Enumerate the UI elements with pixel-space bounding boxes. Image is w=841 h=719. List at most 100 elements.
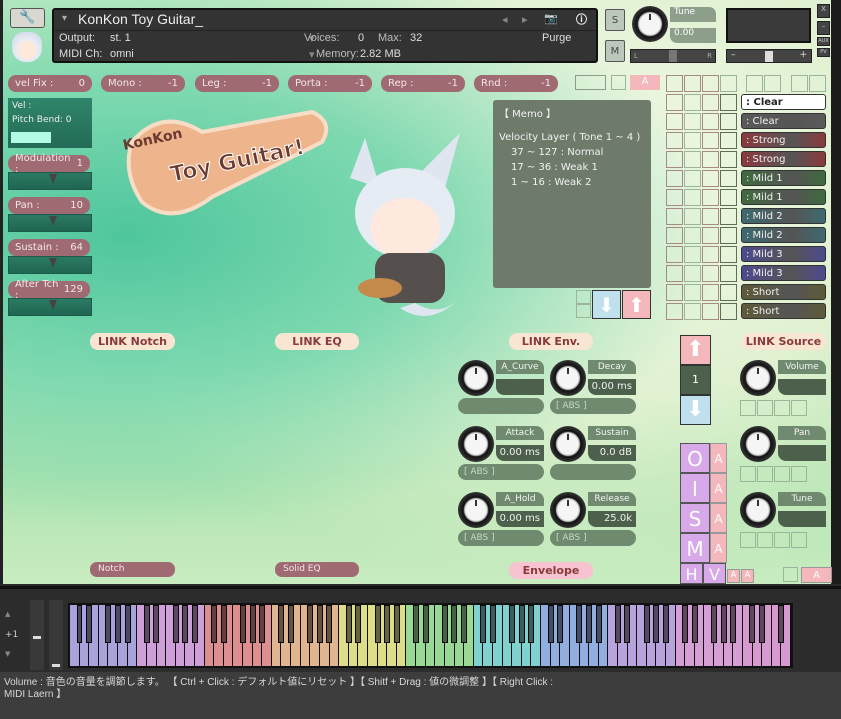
black-key[interactable] [114, 605, 121, 643]
purge-button[interactable]: Purge [542, 32, 571, 44]
grid-cell[interactable] [666, 265, 683, 282]
grid-cell[interactable] [720, 189, 737, 206]
grid-cell[interactable] [702, 265, 719, 282]
black-key[interactable] [451, 605, 458, 643]
a-small-button[interactable]: A [741, 569, 754, 583]
grid-cell[interactable] [666, 208, 683, 225]
grid-cell[interactable] [684, 151, 701, 168]
grid-cell[interactable] [684, 94, 701, 111]
grid-cell[interactable] [720, 151, 737, 168]
black-key[interactable] [278, 605, 285, 643]
grid-cell[interactable] [702, 151, 719, 168]
grid-cell[interactable] [666, 189, 683, 206]
black-key[interactable] [316, 605, 323, 643]
a-toggle[interactable]: A [710, 503, 727, 533]
grid-cell[interactable] [684, 265, 701, 282]
black-key[interactable] [480, 605, 487, 643]
piano-keyboard[interactable] [68, 603, 793, 668]
grid-cell[interactable] [702, 94, 719, 111]
env-mode[interactable]: [ ABS ] [550, 398, 636, 414]
black-key[interactable] [220, 605, 227, 643]
black-key[interactable] [393, 605, 400, 643]
volume-slider[interactable]: – + [726, 49, 812, 63]
black-key[interactable] [576, 605, 583, 643]
grid-cell[interactable] [684, 189, 701, 206]
control-slider[interactable] [8, 172, 92, 190]
black-key[interactable] [691, 605, 698, 643]
grid-cell[interactable] [684, 132, 701, 149]
grid-cell[interactable] [702, 113, 719, 130]
black-key[interactable] [124, 605, 131, 643]
env-mode[interactable]: [ ABS ] [458, 530, 544, 546]
control-slider[interactable] [8, 256, 92, 274]
grid-cell[interactable] [702, 189, 719, 206]
grid-cell[interactable] [702, 170, 719, 187]
env-knob-attack[interactable] [458, 426, 494, 462]
black-key[interactable] [239, 605, 246, 643]
source-slot[interactable] [757, 532, 773, 548]
grid-cell[interactable] [720, 170, 737, 187]
black-key[interactable] [614, 605, 621, 643]
param-1[interactable]: Mono : -1 [101, 75, 185, 92]
camera-icon[interactable]: 📷 [544, 12, 558, 25]
env-value[interactable]: 0.00 ms [588, 379, 636, 395]
black-key[interactable] [211, 605, 218, 643]
black-key[interactable] [489, 605, 496, 643]
link-source-button[interactable]: LINK Source [741, 333, 826, 350]
grid-cell[interactable] [791, 75, 808, 92]
black-key[interactable] [730, 605, 737, 643]
grid-cell[interactable] [666, 132, 683, 149]
collapse-icon[interactable]: ▾ [62, 13, 67, 24]
grid-cell[interactable] [764, 75, 781, 92]
grid-cell[interactable] [666, 284, 683, 301]
info-icon[interactable]: ⓘ [576, 11, 587, 27]
preset-item[interactable]: : Mild 3 [741, 246, 826, 262]
env-value[interactable]: 0.0 dB [588, 445, 636, 461]
env-mode[interactable]: [ ABS ] [550, 530, 636, 546]
a-button[interactable]: A [801, 567, 832, 583]
source-knob-pan[interactable] [740, 426, 776, 462]
preset-item[interactable]: : Short [741, 303, 826, 319]
black-key[interactable] [441, 605, 448, 643]
notch-label[interactable]: Notch [90, 562, 175, 577]
black-key[interactable] [720, 605, 727, 643]
source-slot[interactable] [774, 466, 790, 482]
black-key[interactable] [105, 605, 112, 643]
env-knob-decay[interactable] [550, 360, 586, 396]
a-toggle[interactable]: A [710, 533, 727, 563]
a-button[interactable]: A [630, 75, 660, 90]
preset-item[interactable]: : Mild 3 [741, 265, 826, 281]
preset-item[interactable]: : Mild 1 [741, 189, 826, 205]
black-key[interactable] [586, 605, 592, 643]
black-key[interactable] [355, 605, 362, 643]
layer-down-button[interactable]: ⬇ [680, 395, 711, 425]
source-slot[interactable] [774, 532, 790, 548]
black-key[interactable] [153, 605, 160, 643]
source-slot[interactable] [740, 532, 756, 548]
env-knob-sustain[interactable] [550, 426, 586, 462]
black-key[interactable] [143, 605, 150, 643]
grid-cell[interactable] [666, 227, 683, 244]
pitch-wheel[interactable] [30, 600, 44, 670]
grid-cell[interactable] [720, 94, 737, 111]
black-key[interactable] [259, 605, 266, 643]
grid-cell[interactable] [720, 265, 737, 282]
grid-cell[interactable] [666, 151, 683, 168]
env-value[interactable] [496, 379, 544, 395]
a-toggle[interactable]: A [710, 443, 727, 473]
source-slot[interactable] [791, 400, 807, 416]
grid-cell[interactable] [666, 303, 683, 320]
black-key[interactable] [249, 605, 256, 643]
black-key[interactable] [307, 605, 314, 643]
slot-box[interactable] [575, 75, 606, 90]
param-2[interactable]: Leg : -1 [195, 75, 279, 92]
grid-cell[interactable] [702, 303, 719, 320]
black-key[interactable] [191, 605, 198, 643]
grid-cell[interactable] [720, 227, 737, 244]
grid-cell[interactable] [809, 75, 826, 92]
preset-item[interactable]: : Strong [741, 132, 826, 148]
grid-cell[interactable] [720, 284, 737, 301]
env-mode[interactable] [458, 398, 544, 414]
source-slot[interactable] [740, 400, 756, 416]
grid-cell[interactable] [720, 208, 737, 225]
